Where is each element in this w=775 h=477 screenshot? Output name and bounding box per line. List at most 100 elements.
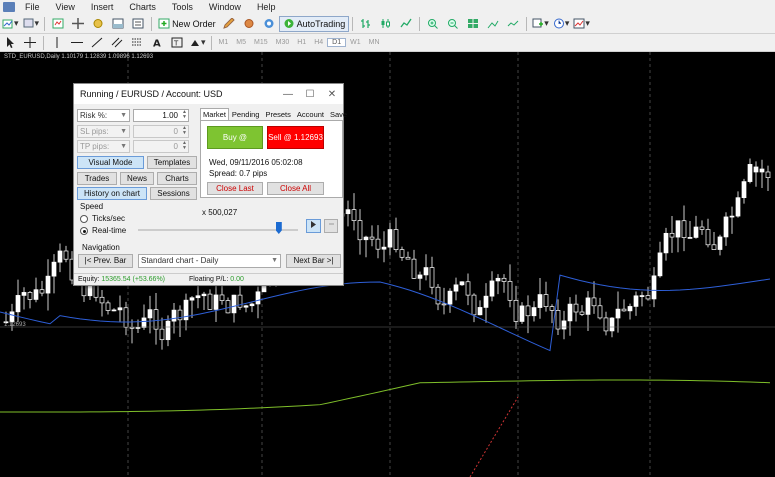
- trendline-icon[interactable]: [89, 35, 105, 51]
- ticks-radio[interactable]: [80, 215, 88, 223]
- zoom-in-icon[interactable]: [425, 16, 441, 32]
- sl-mode-label: SL pips:: [80, 127, 109, 136]
- risk-value-input[interactable]: 1.00 ▲ ▼: [133, 109, 189, 122]
- autoscroll-icon[interactable]: [505, 16, 521, 32]
- arrows-icon[interactable]: ▾: [189, 35, 206, 51]
- candle: [423, 254, 429, 281]
- menu-file[interactable]: File: [17, 0, 48, 14]
- close-last-button[interactable]: Close Last: [207, 182, 263, 195]
- candle: [351, 193, 357, 231]
- maximize-icon[interactable]: ☐: [299, 89, 321, 100]
- menu-tools[interactable]: Tools: [164, 0, 201, 14]
- templates-icon[interactable]: ▾: [573, 16, 590, 32]
- dialog-titlebar[interactable]: Running / EURUSD / Account: USD — ☐ ✕: [74, 84, 343, 104]
- spinner-arrows-icon[interactable]: ▲ ▼: [182, 110, 187, 120]
- cursor-icon[interactable]: [2, 35, 18, 51]
- period-mn[interactable]: MN: [365, 39, 384, 46]
- profiles-icon[interactable]: ▾: [23, 16, 39, 32]
- candlestick-icon[interactable]: [378, 16, 394, 32]
- period-m5[interactable]: M5: [232, 39, 250, 46]
- sl-value-input[interactable]: 0 ▲ ▼: [133, 125, 189, 138]
- tp-mode-select[interactable]: TP pips: ▼: [77, 140, 130, 153]
- candle: [531, 301, 537, 322]
- market-watch-icon[interactable]: [50, 16, 66, 32]
- close-all-button[interactable]: Close All: [267, 182, 324, 195]
- menu-window[interactable]: Window: [201, 0, 249, 14]
- line-chart-icon[interactable]: [398, 16, 414, 32]
- zoom-out-icon[interactable]: [445, 16, 461, 32]
- menu-view[interactable]: View: [48, 0, 83, 14]
- period-h1[interactable]: H1: [293, 39, 310, 46]
- data-window-icon[interactable]: [70, 16, 86, 32]
- close-icon[interactable]: ✕: [321, 89, 343, 100]
- next-bar-button[interactable]: Next Bar >|: [286, 254, 341, 268]
- speed-slider-thumb[interactable]: [275, 222, 282, 234]
- visual-mode-button[interactable]: Visual Mode: [77, 156, 144, 169]
- new-order-button[interactable]: New Order: [155, 16, 219, 32]
- vertical-line-icon[interactable]: [49, 35, 65, 51]
- period-m30[interactable]: M30: [272, 39, 294, 46]
- realtime-radio[interactable]: [80, 227, 88, 235]
- minimize-icon[interactable]: —: [277, 89, 299, 100]
- new-chart-icon[interactable]: ▾: [2, 16, 19, 32]
- trades-button[interactable]: Trades: [77, 172, 117, 185]
- candle: [465, 273, 471, 306]
- navigator-icon[interactable]: [90, 16, 106, 32]
- candle: [249, 302, 255, 313]
- sell-button[interactable]: Sell @ 1.12693: [267, 126, 324, 149]
- separator: [43, 35, 44, 50]
- menu-insert[interactable]: Insert: [83, 0, 122, 14]
- period-w1[interactable]: W1: [346, 39, 365, 46]
- period-m1[interactable]: M1: [215, 39, 233, 46]
- periods-icon[interactable]: ▾: [553, 16, 569, 32]
- menu-charts[interactable]: Charts: [121, 0, 164, 14]
- spinner-arrows-icon[interactable]: ▲ ▼: [182, 141, 187, 151]
- sl-mode-select[interactable]: SL pips: ▼: [77, 125, 130, 138]
- candle: [363, 235, 369, 258]
- spinner-arrows-icon[interactable]: ▲ ▼: [182, 126, 187, 136]
- tab-save[interactable]: Save: [327, 108, 350, 120]
- candle: [537, 277, 543, 319]
- tab-presets[interactable]: Presets: [262, 108, 293, 120]
- tab-pending[interactable]: Pending: [229, 108, 263, 120]
- period-h4[interactable]: H4: [310, 39, 327, 46]
- chevron-down-icon: ▼: [120, 112, 127, 119]
- prev-bar-button[interactable]: |< Prev. Bar: [78, 254, 133, 268]
- market-icon[interactable]: [261, 16, 277, 32]
- bar-chart-icon[interactable]: [358, 16, 374, 32]
- speed-slider-track[interactable]: [138, 229, 298, 231]
- metaeditor-icon[interactable]: [221, 16, 237, 32]
- horizontal-line-icon[interactable]: [69, 35, 85, 51]
- tp-mode-label: TP pips:: [80, 142, 110, 151]
- period-m15[interactable]: M15: [250, 39, 272, 46]
- tab-market[interactable]: Market: [200, 108, 229, 120]
- risk-mode-select[interactable]: Risk %: ▼: [77, 109, 130, 122]
- tab-account[interactable]: Account: [294, 108, 327, 120]
- tile-windows-icon[interactable]: [465, 16, 481, 32]
- chart-type-select[interactable]: Standard chart - Daily ▼: [138, 254, 281, 268]
- text-label-icon[interactable]: T: [169, 35, 185, 51]
- play-button[interactable]: [306, 219, 321, 233]
- equidistant-channel-icon[interactable]: [109, 35, 125, 51]
- tp-value-input[interactable]: 0 ▲ ▼: [133, 140, 189, 153]
- candle: [501, 274, 507, 293]
- news-button[interactable]: News: [120, 172, 154, 185]
- signals-icon[interactable]: [241, 16, 257, 32]
- sessions-button[interactable]: Sessions: [150, 187, 197, 200]
- pause-button[interactable]: [324, 219, 338, 233]
- terminal-icon[interactable]: [110, 16, 126, 32]
- tester-icon[interactable]: [130, 16, 146, 32]
- charts-button[interactable]: Charts: [157, 172, 197, 185]
- buy-button[interactable]: Buy @ 1.12700: [207, 126, 263, 163]
- history-on-chart-button[interactable]: History on chart: [77, 187, 147, 200]
- menu-help[interactable]: Help: [249, 0, 284, 14]
- templates-button[interactable]: Templates: [147, 156, 197, 169]
- candle: [567, 297, 573, 336]
- autotrading-button[interactable]: AutoTrading: [278, 15, 350, 32]
- text-icon[interactable]: A: [149, 35, 165, 51]
- crosshair-icon[interactable]: [22, 35, 38, 51]
- chart-shift-icon[interactable]: [485, 16, 501, 32]
- fibonacci-icon[interactable]: [129, 35, 145, 51]
- indicators-icon[interactable]: ▾: [532, 16, 549, 32]
- period-d1[interactable]: D1: [327, 38, 347, 47]
